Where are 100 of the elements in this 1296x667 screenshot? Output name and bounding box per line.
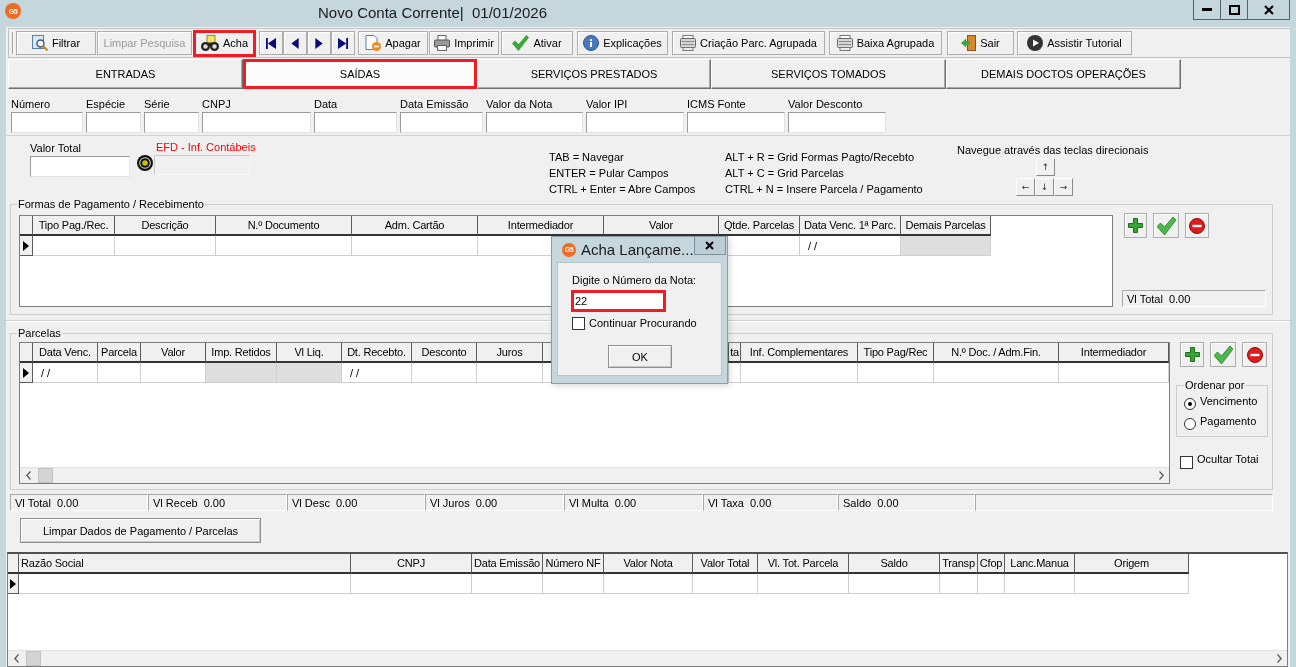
group-title: Parcelas — [17, 327, 62, 340]
close-button[interactable] — [1247, 0, 1290, 20]
field-label: Data — [314, 97, 338, 112]
column-header: CNPJ — [351, 554, 472, 574]
checkbox-label: Ocultar Totai — [1197, 452, 1259, 467]
dialog-title: Acha Lançame... — [581, 241, 694, 258]
minimize-button[interactable] — [1193, 0, 1221, 20]
add-button[interactable] — [1124, 213, 1147, 238]
row-pointer-icon — [23, 367, 29, 378]
toolbar-button[interactable]: Baixa Agrupada — [829, 31, 942, 55]
field-label: Valor Total — [30, 141, 81, 156]
text-field[interactable] — [30, 156, 130, 177]
page-minus-icon — [365, 35, 382, 51]
print-button[interactable]: Imprimir — [429, 31, 499, 55]
hint-text: Navegue através das teclas direcionais — [957, 143, 1149, 157]
total-value: 0.00 — [1168, 292, 1191, 305]
confirm-button[interactable] — [1210, 342, 1236, 367]
close-button[interactable] — [693, 237, 726, 255]
total-value: 0.00 — [877, 496, 899, 509]
confirm-button[interactable] — [1153, 213, 1179, 238]
next-record-button[interactable] — [307, 31, 331, 55]
led-icon — [137, 155, 153, 171]
triangle-left-icon — [291, 37, 299, 49]
find-button[interactable]: Acha — [193, 29, 256, 57]
text-field[interactable] — [86, 112, 141, 133]
arrow-key[interactable]: ← — [1016, 178, 1035, 196]
filter-button[interactable]: Filtrar — [16, 31, 96, 55]
column-header: Valor Total — [693, 554, 758, 574]
option-label: Vencimento — [1200, 394, 1258, 409]
radio-button[interactable] — [1184, 418, 1196, 430]
row-header[interactable] — [20, 236, 33, 256]
scroll-thumb[interactable] — [26, 651, 41, 666]
table-cell — [693, 574, 758, 594]
minimize-icon — [1202, 8, 1212, 11]
tab[interactable]: DEMAIS DOCTOS OPERAÇÕES — [946, 59, 1181, 89]
text-field[interactable] — [687, 112, 785, 133]
field-label: Valor IPI — [586, 97, 628, 112]
toolbar-button[interactable]: Criação Parc. Agrupada — [672, 31, 825, 55]
arrow-key[interactable]: → — [1054, 178, 1073, 196]
column-header: Adm. Cartão — [352, 216, 478, 236]
field-label: Espécie — [86, 97, 126, 112]
tab[interactable]: SERVIÇOS TOMADOS — [711, 59, 946, 89]
text-field[interactable] — [202, 112, 311, 133]
checkbox[interactable] — [1180, 455, 1193, 469]
activate-button[interactable]: Ativar — [501, 31, 573, 55]
radio-button[interactable] — [1184, 398, 1196, 410]
row-header[interactable] — [20, 363, 33, 383]
shortcut-text: ENTER = Pular Campos — [549, 166, 669, 181]
tab[interactable]: SAÍDAS — [243, 59, 477, 89]
text-field[interactable]: 22 — [571, 290, 666, 312]
column-header: Parcela — [98, 343, 141, 363]
text-field[interactable] — [586, 112, 684, 133]
previous-record-button[interactable] — [283, 31, 307, 55]
clear-payment-button[interactable]: Limpar Dados de Pagamento / Parcelas — [20, 518, 261, 543]
close-icon — [705, 241, 715, 250]
add-button[interactable] — [1180, 342, 1204, 367]
row-header[interactable] — [8, 574, 19, 594]
remove-button[interactable] — [1242, 342, 1267, 367]
shortcut-text: ALT + R = Grid Formas Pagto/Recebto — [725, 150, 915, 165]
column-header: Valor Nota — [604, 554, 693, 574]
group-title: Formas de Pagamento / Recebimento — [17, 198, 205, 211]
checkbox[interactable] — [572, 316, 585, 330]
column-header: Intermediador — [478, 216, 604, 236]
remove-button[interactable] — [1185, 213, 1209, 238]
text-field[interactable] — [11, 112, 83, 133]
total-value: 0.00 — [614, 496, 637, 509]
paper-stack-icon — [836, 35, 853, 51]
plus-icon — [1184, 347, 1200, 362]
total-label: Vl Receb — [153, 496, 198, 509]
text-field[interactable] — [144, 112, 199, 133]
tab[interactable]: ENTRADAS — [8, 59, 243, 89]
table-cell — [978, 574, 1005, 594]
column-header: Vl Liq. — [277, 343, 342, 363]
table-cell — [543, 574, 604, 594]
first-record-button[interactable] — [259, 31, 283, 55]
shortcut-text: TAB = Navegar — [549, 150, 624, 165]
scroll-thumb[interactable] — [38, 468, 53, 483]
skip-first-icon — [266, 37, 276, 49]
arrow-key[interactable]: ↑ — [1036, 158, 1055, 176]
column-header: Tipo Pag./Rec. — [33, 216, 115, 236]
chevron-right-icon — [1276, 654, 1282, 663]
exit-button[interactable]: Sair — [947, 31, 1014, 55]
minus-circle-icon — [1189, 217, 1205, 234]
column-header: Desconto — [412, 343, 477, 363]
total-label: Vl Multa — [569, 496, 609, 509]
last-record-button[interactable] — [331, 31, 355, 55]
field-label: Série — [144, 97, 170, 112]
text-field[interactable] — [400, 112, 483, 133]
delete-button[interactable]: Apagar — [358, 31, 428, 55]
tutorial-button[interactable]: Assistir Tutorial — [1017, 31, 1132, 55]
total-label: Vl Taxa — [708, 496, 744, 509]
arrow-key[interactable]: ↓ — [1035, 178, 1054, 196]
help-button[interactable]: Explicações — [577, 31, 668, 55]
text-field[interactable] — [486, 112, 583, 133]
tab[interactable]: SERVIÇOS PRESTADOS — [477, 59, 711, 89]
ok-button[interactable]: OK — [608, 345, 672, 368]
text-field[interactable] — [788, 112, 886, 133]
column-header: Inf. Complementares — [741, 343, 858, 363]
text-field[interactable] — [314, 112, 397, 133]
printer-icon — [434, 35, 451, 51]
